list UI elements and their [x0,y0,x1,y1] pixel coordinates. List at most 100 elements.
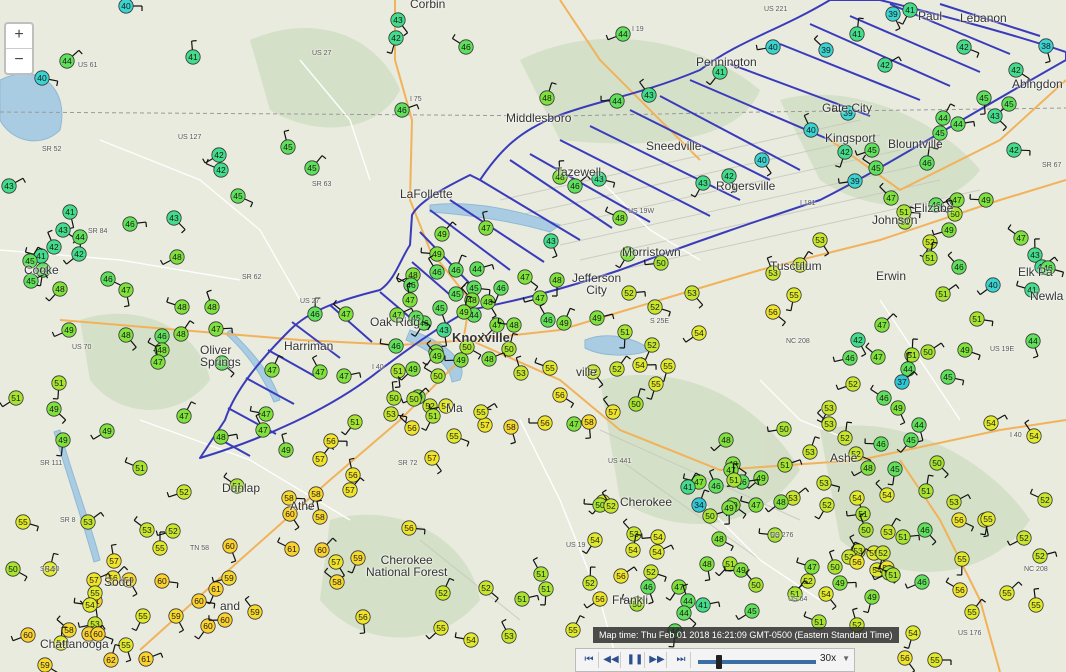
temp-value: 46 [879,393,889,403]
temp-value: 44 [1028,336,1038,346]
first-frame-button[interactable]: ⏮ [580,652,599,668]
wind-barb-flag [837,178,840,184]
temp-value: 43 [990,111,1000,121]
zoom-in-button[interactable]: + [6,24,32,48]
temp-value: 51 [888,570,898,580]
temp-value: 62 [106,655,116,665]
zoom-out-button[interactable]: − [6,48,32,73]
temp-value: 52 [1040,495,1050,505]
speed-select[interactable]: 30x ▼ [820,653,850,664]
temp-value: 55 [651,379,661,389]
city-label: Middlesboro [506,111,572,125]
step-back-button[interactable]: ◀◀ [602,652,621,668]
temp-value: 60 [23,630,33,640]
temp-value: 58 [315,512,325,522]
temp-value: 42 [49,242,59,252]
city-label: Rogersville [716,179,776,193]
temp-value: 57 [345,485,355,495]
temp-value: 60 [225,541,235,551]
temp-value: 56 [616,571,626,581]
temp-value: 53 [83,517,93,527]
road-shield: NC 208 [1024,566,1048,573]
chevron-down-icon: ▼ [842,654,851,663]
temp-value: 50 [409,394,419,404]
temp-value: 55 [155,543,165,553]
city-label: Cooke [24,263,59,277]
temp-value: 55 [983,514,993,524]
temp-value: 51 [541,584,551,594]
temp-value: 48 [207,302,217,312]
wind-barb-flag [441,345,447,348]
temp-value: 43 [546,236,556,246]
weather-map[interactable]: 40 43 42 44 46 41 44 40 39 41 40 39 41 42 42 38 41 44 43 48… [0,0,1066,672]
city-label: Oak Ridg [370,315,421,329]
temp-value: 57 [427,453,437,463]
road-shield: SR 67 [1042,162,1062,169]
temp-value: 46 [922,158,932,168]
temp-value: 48 [721,435,731,445]
wind-barb-flag [757,479,760,485]
temp-value: 45 [867,145,877,155]
temp-value: 60 [203,621,213,631]
temp-value: 51 [620,327,630,337]
wind-barb-flag [1033,587,1040,590]
temp-value: 58 [584,417,594,427]
temp-value: 53 [883,527,893,537]
temp-value: 53 [819,478,829,488]
temp-value: 53 [386,409,396,419]
city-label: Johnson [872,213,918,227]
road-shield: SR 8 [60,517,76,524]
temp-value: 48 [484,354,494,364]
city-label: Elk Pa [1018,265,1053,279]
pause-button[interactable]: ❚❚ [626,652,645,668]
temp-value: 50 [631,399,641,409]
temp-value: 39 [821,45,831,55]
road-shield: US 61 [78,62,98,69]
temp-value: 46 [461,42,471,52]
temp-value: 61 [141,654,151,664]
temp-value: 44 [938,113,948,123]
temp-value: 56 [852,557,862,567]
temp-value: 41 [65,207,75,217]
temp-value: 51 [725,559,735,569]
road-shield: NC 208 [786,338,810,345]
city-label: Gate City [822,101,873,115]
step-forward-button[interactable]: ▶▶ [648,652,667,668]
temp-value: 44 [62,56,72,66]
temp-value: 50 [8,564,18,574]
wind-barb-flag [980,533,986,536]
temp-value: 50 [705,511,715,521]
temp-value: 54 [694,328,704,338]
wind-barb-flag [845,510,848,517]
temp-value: 46 [845,353,855,363]
temp-value: 50 [433,371,443,381]
temp-value: 49 [559,318,569,328]
wind-barb-flag [176,582,179,588]
temp-value: 54 [85,600,95,610]
temp-value: 45 [979,93,989,103]
temp-value: 49 [981,195,991,205]
temp-value: 52 [650,302,660,312]
temp-value: 51 [972,314,982,324]
temp-value: 41 [188,52,198,62]
temp-value: 38 [1041,41,1051,51]
temp-value: 54 [590,535,600,545]
temp-value: 55 [90,588,100,598]
temp-value: 55 [930,655,940,665]
city-label: Oliver Springs [200,343,241,369]
temp-value: 44 [914,420,924,430]
last-frame-button[interactable]: ⏭ [672,652,691,668]
temp-value: 47 [877,320,887,330]
road-shield: US 441 [608,458,632,465]
wind-barb-flag [991,321,994,327]
temp-value: 59 [224,573,234,583]
temp-value: 54 [1029,431,1039,441]
timeline-slider-handle[interactable] [716,655,723,669]
temp-value: 59 [171,611,181,621]
temp-value: 47 [569,419,579,429]
temp-value: 47 [694,477,704,487]
temp-value: 47 [751,500,761,510]
temp-value: 42 [391,33,401,43]
temp-value: 48 [157,345,167,355]
temp-value: 54 [882,490,892,500]
